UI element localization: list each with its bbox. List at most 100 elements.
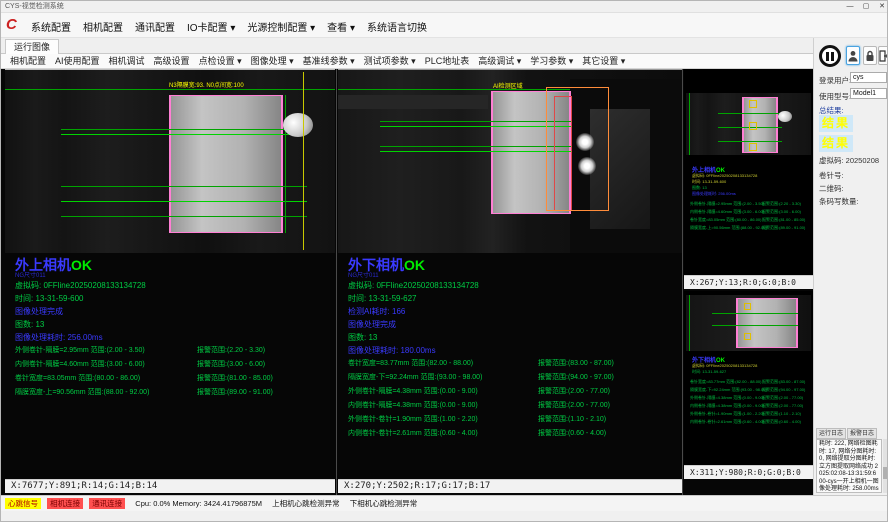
measurement-alarm: 报警范围:(81.00 - 85.00) <box>197 373 273 383</box>
edge-line <box>689 93 690 155</box>
measurement-label: 卷针宽度=83.05mm 范围:(80.00 - 86.00) <box>690 217 761 222</box>
close-button[interactable]: ✕ <box>875 1 888 13</box>
measure-line <box>712 325 798 326</box>
lock-icon <box>865 50 875 62</box>
upper-camera-warning: 上相机心跳检测异常 <box>272 496 340 511</box>
measurement-label: 内侧卷针-卷针=2.61mm 范围:(0.60 - 4.00) <box>690 419 764 424</box>
measurement-row: 卷针宽度=83.77mm 范围:(82.00 - 88.00) 报警范围:(83… <box>348 358 678 367</box>
log-tab-run[interactable]: 运行日志 <box>816 428 846 439</box>
result-box-2: 结果 <box>819 135 853 152</box>
window-title: CYS-视觉检测系统 <box>5 1 64 13</box>
left-camera-view: N3隔膜宽:93. N0点间宽:100 外上相机OK NG尺寸011 虚拟码: … <box>5 69 335 479</box>
tool-spot-check[interactable]: 点检设置 ▾ <box>199 54 242 69</box>
log-scrollbar[interactable] <box>883 439 887 493</box>
tool-camera-config[interactable]: 相机配置 <box>10 54 46 69</box>
thumb-measurement-row: 卷针宽度=83.77mm 范围:(82.00 - 88.00) 报警范围:(83… <box>690 379 810 385</box>
user-button[interactable] <box>846 46 860 65</box>
pause-button[interactable] <box>819 45 841 67</box>
tool-test-params[interactable]: 测试项参数 ▾ <box>364 54 416 69</box>
menu-language-switch[interactable]: 系统语言切换 <box>367 19 427 34</box>
separator-film-region <box>169 95 283 233</box>
menu-view[interactable]: 查看 ▾ <box>327 19 355 34</box>
comm-connection-badge: 通讯连接 <box>89 498 125 509</box>
tool-learning-params[interactable]: 学习参数 ▾ <box>530 54 573 69</box>
log-tabs: 运行日志 报警日志 操作日志 <box>816 428 888 439</box>
tool-plc-address[interactable]: PLC地址表 <box>425 54 470 69</box>
tool-baseline-params[interactable]: 基准线参数 ▾ <box>303 54 355 69</box>
menu-camera-config[interactable]: 相机配置 <box>83 19 123 34</box>
tab-run-image[interactable]: 运行图像 <box>5 39 59 54</box>
middle-coordinate-bar: X:270;Y:2502;R:17;G:17;B:17 <box>338 479 682 493</box>
detect-box <box>749 143 757 151</box>
measurement-row: 外侧卷针-卷针=1.90mm 范围:(1.00 - 2.20) 报警范围:(1.… <box>348 414 678 423</box>
measure-line <box>712 313 798 314</box>
edge-line <box>285 95 286 233</box>
thumb-image <box>686 295 811 351</box>
menu-light-config[interactable]: 光源控制配置 ▾ <box>247 19 315 34</box>
pin-number-label: 卷针号: <box>819 170 844 181</box>
detect-box <box>749 100 757 108</box>
measurement-row: 隔膜宽度-下=92.24mm 范围:(93.00 - 98.00) 报警范围:(… <box>348 372 678 381</box>
top-thumbnail[interactable]: 外上相机OK 虚拟码: 0FFline20250208133134728 时间:… <box>684 69 813 289</box>
camera-subtitle: NG尺寸011 <box>15 270 46 279</box>
measure-line <box>61 129 307 130</box>
middle-camera-image: AI检测区域 <box>338 69 682 253</box>
exit-button[interactable] <box>878 46 888 65</box>
maximize-button[interactable]: ▢ <box>859 1 873 13</box>
thumb-measurement-row: 卷针宽度=83.05mm 范围:(80.00 - 86.00) 报警范围:(81… <box>690 217 810 223</box>
measure-line <box>380 126 571 127</box>
measure-line <box>61 186 307 187</box>
measurement-alarm: 报警范围:(2.00 - 77.00) <box>538 386 610 396</box>
measurement-alarm: 报警范围:(0.60 - 4.00) <box>762 419 801 425</box>
menu-io-config[interactable]: IO卡配置 ▾ <box>187 19 235 34</box>
cpu-memory-text: Cpu: 0.0% Memory: 3424.41796875M <box>135 496 262 511</box>
title-bar: CYS-视觉检测系统 — ▢ ✕ <box>1 1 888 13</box>
menu-system-config[interactable]: 系统配置 <box>31 19 71 34</box>
detect-box <box>749 122 757 130</box>
roi-rect-orange <box>546 87 609 211</box>
time-line: 时间: 13-31-59-627 <box>348 293 416 304</box>
measurement-label: 外侧卷针-卷针=1.90mm 范围:(1.00 - 2.20) <box>348 416 478 423</box>
thumb-measurement-row: 内侧卷针-隔膜=4.60mm 范围:(3.00 - 6.00) 报警范围:(3.… <box>690 209 810 215</box>
camera-status: OK <box>404 257 425 273</box>
measurement-label: 隔膜宽度-下=92.24mm 范围:(93.00 - 98.00) <box>348 374 482 381</box>
thumb-coordinate-bar: X:267;Y:13;R:0;G:0;B:0 <box>684 275 813 289</box>
heartbeat-badge: 心跳信号 <box>5 498 41 509</box>
measurement-row: 外侧卷针-隔膜=2.95mm 范围:(2.00 - 3.50) 报警范围:(2.… <box>15 345 331 354</box>
measurement-row: 内侧卷针-卷针=2.61mm 范围:(0.60 - 4.00) 报警范围:(0.… <box>348 428 678 437</box>
model-field[interactable]: Model1 <box>850 88 887 99</box>
menu-comm-config[interactable]: 通讯配置 <box>135 19 175 34</box>
frame-count-line: 图数: 13 <box>15 319 44 330</box>
login-user-field[interactable]: cys <box>850 72 887 83</box>
qr-code-label: 二维码: <box>819 183 844 194</box>
lock-button[interactable] <box>863 46 877 65</box>
log-text-area[interactable]: 耗时: 222, 网络检图耗时: 17, 网络分图耗时: 0, 网络提取分图耗时… <box>816 439 882 493</box>
tool-other-settings[interactable]: 其它设置 ▾ <box>582 54 625 69</box>
frame-count-line: 图数: 13 <box>348 332 377 343</box>
barcode-line: 虚拟码: 0FFline20250208133134728 <box>348 280 479 291</box>
measurement-alarm: 报警范围:(1.10 - 2.10) <box>762 411 801 417</box>
edge-line <box>689 295 690 351</box>
measurement-label: 内侧卷针-隔膜=4.60mm 范围:(3.00 - 6.00) <box>690 209 764 214</box>
tool-image-processing[interactable]: 图像处理 ▾ <box>251 54 294 69</box>
measurement-row: 卷针宽度=83.05mm 范围:(80.00 - 86.00) 报警范围:(81… <box>15 373 331 382</box>
measurement-label: 内侧卷针-隔膜=4.38mm 范围:(0.00 - 9.00) <box>690 403 764 408</box>
minimize-button[interactable]: — <box>843 1 857 13</box>
right-sidebar: 登录用户: cys 使用型号: Model1 总结果: 结果 结果 虚拟码: 2… <box>813 38 888 495</box>
barcode-count-label: 条码写数量: <box>819 196 859 207</box>
tool-advanced-settings[interactable]: 高级设置 <box>154 54 190 69</box>
tool-ai-use-config[interactable]: AI使用配置 <box>55 54 100 69</box>
thumb-measurement-row: 内侧卷针-卷针=2.61mm 范围:(0.60 - 4.00) 报警范围:(0.… <box>690 419 810 425</box>
thumb-measurement-row: 隔膜宽度-上=90.56mm 范围:(88.00 - 92.00) 报警范围:(… <box>690 225 810 231</box>
measurement-label: 卷针宽度=83.77mm 范围:(82.00 - 88.00) <box>690 379 761 384</box>
tool-camera-debug[interactable]: 相机调试 <box>109 54 145 69</box>
lower-camera-warning: 下相机心跳检测异常 <box>350 496 418 511</box>
tab-strip: 运行图像 <box>1 38 813 54</box>
bottom-thumbnail[interactable]: 外下相机OK 虚拟码: 0FFline20250208133134728 时间:… <box>684 291 813 479</box>
login-user-label: 登录用户: <box>819 75 851 86</box>
menu-bar: C 系统配置 相机配置 通讯配置 IO卡配置 ▾ 光源控制配置 ▾ 查看 ▾ 系… <box>1 13 888 38</box>
measure-line <box>718 113 782 114</box>
measurement-label: 外侧卷针-卷针=1.90mm 范围:(1.00 - 2.20) <box>690 411 764 416</box>
log-tab-alarm[interactable]: 报警日志 <box>847 428 877 439</box>
tool-advanced-debug[interactable]: 高级调试 ▾ <box>478 54 521 69</box>
